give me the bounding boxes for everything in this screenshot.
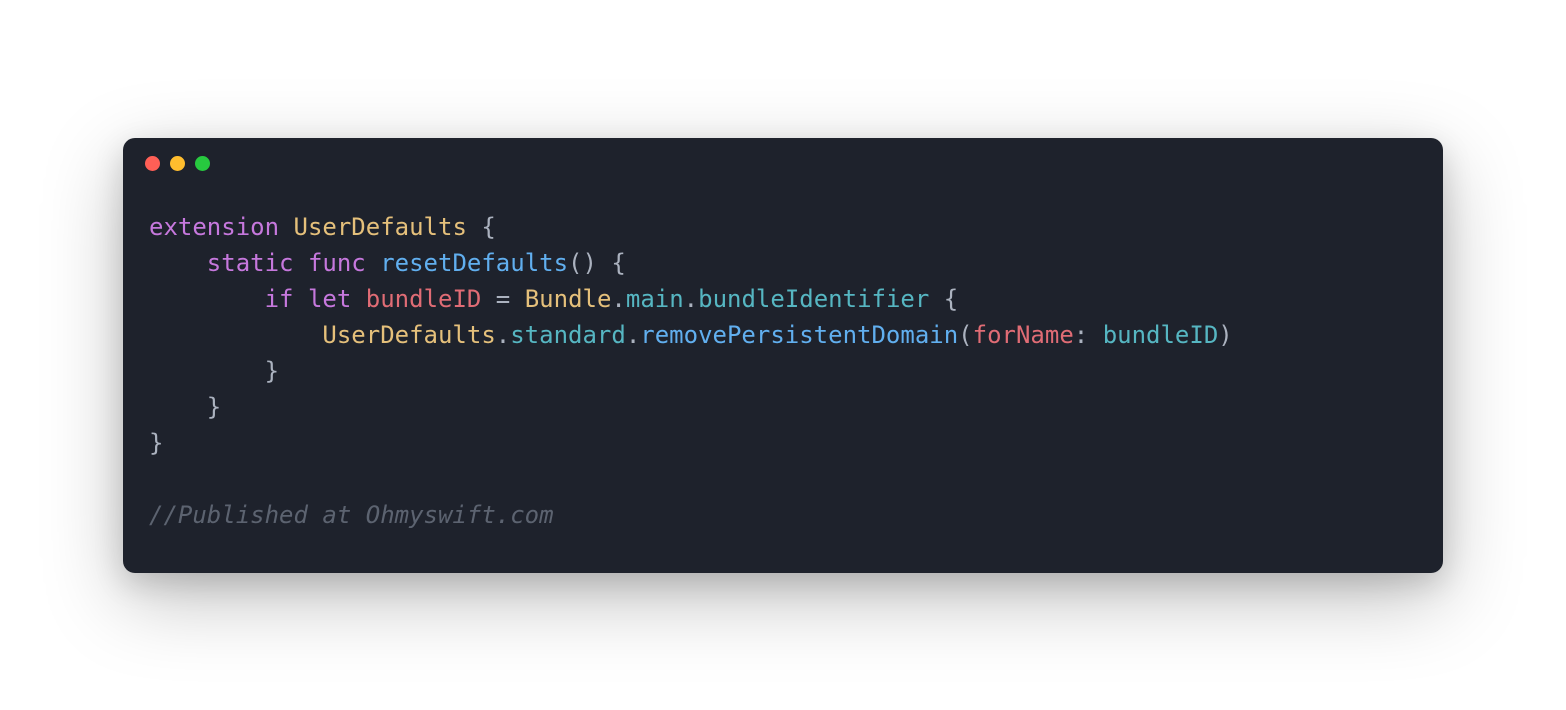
keyword-let: let — [308, 285, 351, 313]
brace-close: } — [149, 429, 163, 457]
code-line-5: } — [149, 357, 279, 385]
keyword-static: static — [207, 249, 294, 277]
keyword-func: func — [308, 249, 366, 277]
variable-bundleid: bundleID — [366, 285, 482, 313]
keyword-if: if — [265, 285, 294, 313]
class-userdefaults: UserDefaults — [294, 213, 467, 241]
code-line-4: UserDefaults.standard.removePersistentDo… — [149, 321, 1233, 349]
code-line-7: } — [149, 429, 163, 457]
indent — [149, 285, 265, 313]
parens-brace: () { — [568, 249, 626, 277]
property-main: main — [626, 285, 684, 313]
dot: . — [611, 285, 625, 313]
method-removepersistentdomain: removePersistentDomain — [640, 321, 958, 349]
equals: = — [481, 285, 524, 313]
property-standard: standard — [510, 321, 626, 349]
window-titlebar — [123, 138, 1443, 179]
keyword-extension: extension — [149, 213, 279, 241]
paren-open: ( — [958, 321, 972, 349]
param-forname: forName — [973, 321, 1074, 349]
function-resetdefaults: resetDefaults — [380, 249, 568, 277]
class-userdefaults: UserDefaults — [322, 321, 495, 349]
class-bundle: Bundle — [525, 285, 612, 313]
code-window: extension UserDefaults { static func res… — [123, 138, 1443, 573]
code-line-1: extension UserDefaults { — [149, 213, 496, 241]
dot: . — [626, 321, 640, 349]
code-line-6: } — [149, 393, 221, 421]
brace-open: { — [929, 285, 958, 313]
close-icon[interactable] — [145, 156, 160, 171]
indent — [149, 321, 322, 349]
brace-close: } — [265, 357, 279, 385]
brace-open: { — [467, 213, 496, 241]
paren-close: ) — [1218, 321, 1232, 349]
argument-bundleid: bundleID — [1103, 321, 1219, 349]
dot: . — [496, 321, 510, 349]
indent — [149, 357, 265, 385]
property-bundleidentifier: bundleIdentifier — [698, 285, 929, 313]
minimize-icon[interactable] — [170, 156, 185, 171]
maximize-icon[interactable] — [195, 156, 210, 171]
brace-close: } — [207, 393, 221, 421]
code-line-3: if let bundleID = Bundle.main.bundleIden… — [149, 285, 958, 313]
code-editor: extension UserDefaults { static func res… — [123, 179, 1443, 573]
colon: : — [1074, 321, 1103, 349]
dot: . — [684, 285, 698, 313]
code-line-2: static func resetDefaults() { — [149, 249, 626, 277]
comment-attribution: //Published at Ohmyswift.com — [149, 501, 554, 529]
indent — [149, 249, 207, 277]
indent — [149, 393, 207, 421]
